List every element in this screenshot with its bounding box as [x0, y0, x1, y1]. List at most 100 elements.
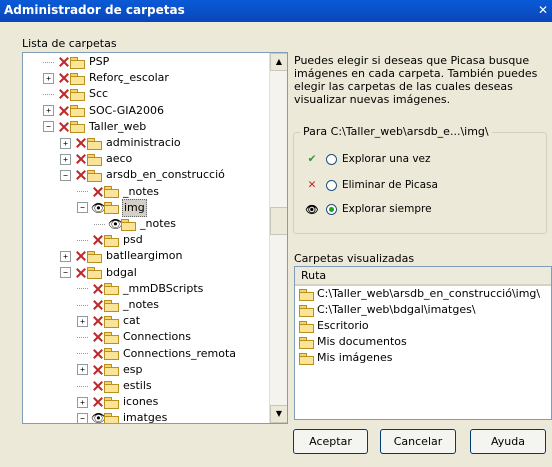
tree-item[interactable]: − Taller_web — [43, 119, 147, 135]
tree-item[interactable]: estils — [77, 378, 153, 394]
folder-icon — [87, 137, 102, 150]
tree-item[interactable]: − arsdb_en_construcció — [60, 167, 226, 183]
watched-items: C:\Taller_web\arsdb_en_construcció\img\ C… — [295, 286, 551, 366]
column-header-path[interactable]: Ruta — [295, 267, 551, 286]
excluded-x-icon[interactable] — [57, 55, 69, 69]
list-item[interactable]: Escritorio — [295, 318, 551, 334]
tree-item[interactable]: + Reforç_escolar — [43, 70, 170, 86]
list-item[interactable]: Mis imágenes — [295, 350, 551, 366]
excluded-x-icon[interactable] — [91, 330, 103, 344]
tree-item[interactable]: + batlleargimon — [60, 248, 183, 264]
collapse-icon[interactable]: − — [60, 267, 71, 279]
collapse-icon[interactable]: − — [77, 202, 88, 214]
scroll-up-button[interactable]: ▲ — [270, 53, 287, 71]
scroll-down-button[interactable]: ▼ — [270, 405, 287, 423]
tree-item[interactable]: + aeco — [60, 151, 133, 167]
excluded-x-icon[interactable] — [74, 249, 86, 263]
folder-icon — [299, 320, 314, 333]
tree-item[interactable]: _mmDBScripts — [77, 281, 204, 297]
remove-x-icon: ✕ — [307, 179, 317, 191]
tree-item-label: _mmDBScripts — [123, 281, 204, 295]
tree-item[interactable]: + esp — [77, 362, 143, 378]
scroll-thumb[interactable] — [270, 207, 287, 235]
list-item[interactable]: C:\Taller_web\bdgal\imatges\ — [295, 302, 551, 318]
expand-icon[interactable]: + — [43, 72, 54, 84]
folder-tree[interactable]: PSP + Reforç_escolar Scc + SOC-GIA2006 − Taller… — [22, 52, 288, 424]
tree-item-label: Reforç_escolar — [89, 71, 169, 85]
cancel-button[interactable]: Cancelar — [380, 429, 456, 454]
eye-icon[interactable]: 👁 — [91, 411, 106, 423]
excluded-x-icon[interactable] — [91, 363, 103, 377]
tree-scrollbar[interactable]: ▲ ▼ — [269, 53, 287, 423]
option-scan-once[interactable]: ✔ Explorar una vez — [304, 151, 431, 167]
excluded-x-icon[interactable] — [57, 120, 69, 134]
excluded-x-icon[interactable] — [91, 185, 103, 199]
excluded-x-icon[interactable] — [91, 298, 103, 312]
radio-remove[interactable] — [326, 179, 337, 191]
excluded-x-icon[interactable] — [91, 314, 103, 328]
expand-icon[interactable]: + — [60, 137, 71, 149]
expand-icon[interactable]: + — [77, 315, 88, 327]
tree-item-label: arsdb_en_construcció — [106, 168, 225, 182]
excluded-x-icon[interactable] — [91, 395, 103, 409]
folder-icon — [104, 412, 119, 423]
tree-line — [94, 223, 105, 225]
tree-item[interactable]: _notes — [77, 184, 160, 200]
tree-item[interactable]: + SOC-GIA2006 — [43, 103, 165, 119]
eye-icon[interactable]: 👁 — [108, 217, 123, 231]
tree-item[interactable]: − 👁 imatges — [77, 410, 168, 424]
radio-scan-once[interactable] — [326, 153, 337, 165]
option-remove[interactable]: ✕ Eliminar de Picasa — [304, 177, 438, 193]
expand-icon[interactable]: + — [77, 364, 88, 376]
folder-icon — [299, 288, 314, 301]
pictures-folder-icon — [299, 352, 314, 365]
tree-item[interactable]: + icones — [77, 394, 159, 410]
eye-icon[interactable]: 👁 — [91, 201, 106, 215]
ok-button[interactable]: Aceptar — [293, 429, 368, 454]
tree-item[interactable]: − bdgal — [60, 265, 138, 281]
tree-item-label: _notes — [140, 217, 177, 230]
folder-icon — [104, 283, 119, 296]
excluded-x-icon[interactable] — [57, 71, 69, 85]
tree-item-label: img — [122, 198, 147, 217]
tree-item[interactable]: Connections_remota — [77, 346, 237, 362]
collapse-icon[interactable]: − — [77, 412, 88, 423]
excluded-x-icon[interactable] — [91, 233, 103, 247]
tree-item[interactable]: − 👁 img — [77, 198, 147, 217]
excluded-x-icon[interactable] — [74, 266, 86, 280]
tree-item[interactable]: _notes — [77, 297, 160, 313]
option-scan-always[interactable]: 👁 Explorar siempre — [304, 201, 431, 217]
tree-item[interactable]: 👁 _notes — [94, 216, 177, 232]
description-text: Puedes elegir si deseas que Picasa busqu… — [294, 54, 538, 106]
excluded-x-icon[interactable] — [74, 168, 86, 182]
expand-icon[interactable]: + — [43, 105, 54, 117]
tree-item[interactable]: + cat — [77, 313, 141, 329]
excluded-x-icon[interactable] — [74, 152, 86, 166]
tree-item-label: imatges — [123, 411, 168, 424]
tree-item[interactable]: Scc — [43, 86, 109, 102]
tree-item[interactable]: Connections — [77, 329, 192, 345]
excluded-x-icon[interactable] — [74, 136, 86, 150]
excluded-x-icon[interactable] — [91, 379, 103, 393]
excluded-x-icon[interactable] — [57, 87, 69, 101]
collapse-icon[interactable]: − — [60, 169, 71, 181]
list-item-label: Mis imágenes — [317, 351, 393, 364]
excluded-x-icon[interactable] — [91, 347, 103, 361]
list-item[interactable]: C:\Taller_web\arsdb_en_construcció\img\ — [295, 286, 551, 302]
close-icon[interactable]: ✕ — [538, 3, 548, 17]
tree-item[interactable]: psd — [77, 232, 144, 248]
folder-icon — [70, 121, 85, 134]
expand-icon[interactable]: + — [77, 396, 88, 408]
tree-item[interactable]: + administracio — [60, 135, 182, 151]
collapse-icon[interactable]: − — [43, 121, 54, 133]
radio-scan-always[interactable] — [326, 203, 337, 215]
title-bar[interactable]: Administrador de carpetas ✕ — [0, 0, 552, 22]
expand-icon[interactable]: + — [60, 250, 71, 262]
tree-item[interactable]: PSP — [43, 54, 110, 70]
list-item[interactable]: Mis documentos — [295, 334, 551, 350]
watched-folders-list[interactable]: Ruta C:\Taller_web\arsdb_en_construcció\… — [294, 266, 552, 420]
help-button[interactable]: Ayuda — [470, 429, 546, 454]
expand-icon[interactable]: + — [60, 153, 71, 165]
excluded-x-icon[interactable] — [57, 104, 69, 118]
excluded-x-icon[interactable] — [91, 282, 103, 296]
